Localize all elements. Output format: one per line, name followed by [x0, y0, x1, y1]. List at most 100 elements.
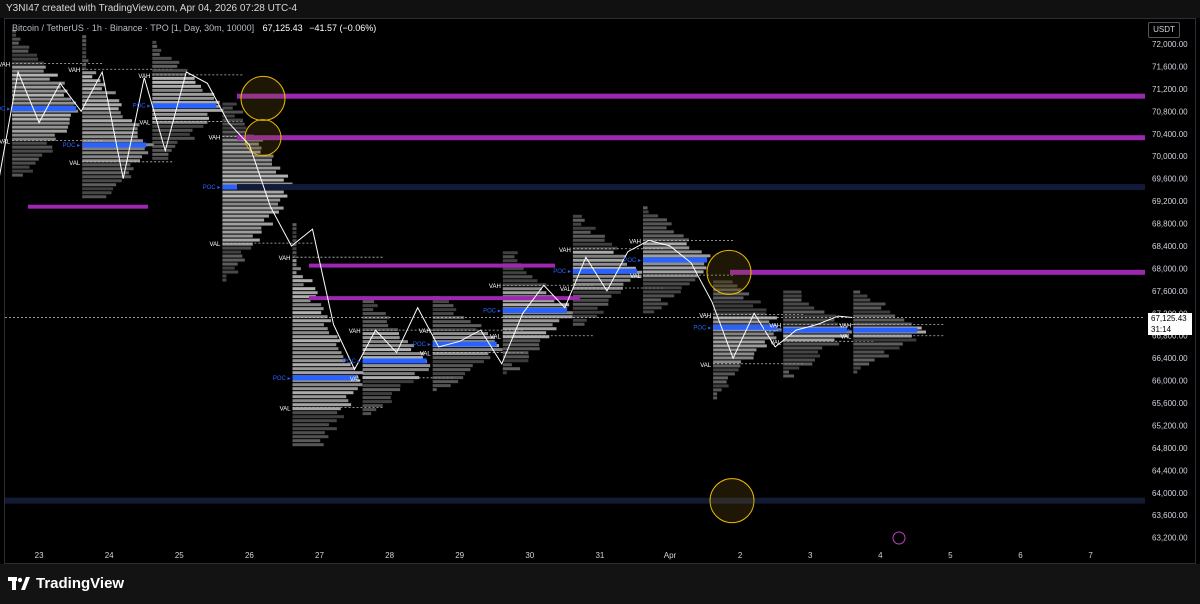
tpo-row	[362, 384, 401, 388]
last-price-tag: 67,125.43 31:14	[1148, 313, 1192, 335]
vah-label: VAH	[489, 284, 501, 290]
x-tick-label: 3	[808, 551, 813, 560]
tpo-row	[82, 67, 87, 71]
tpo-row	[152, 148, 172, 152]
tpo-row	[292, 275, 303, 279]
tpo-row	[292, 403, 352, 407]
tpo-row	[502, 303, 570, 307]
tpo-row	[713, 372, 735, 376]
tpo-row	[222, 158, 272, 162]
tradingview-logo[interactable]: TradingView	[8, 575, 124, 592]
tpo-row	[82, 103, 122, 107]
tpo-row	[12, 89, 68, 93]
tpo-row	[783, 374, 795, 378]
x-tick-label: 26	[245, 551, 254, 560]
tpo-row	[12, 65, 46, 69]
time-axis: 23 24 25 26 27 28 29 30 31 Apr 2 3 4 5 6 7	[35, 531, 1093, 560]
tpo-row	[12, 53, 37, 57]
currency-button[interactable]: USDT	[1148, 22, 1180, 38]
tpo-row	[572, 250, 614, 254]
tpo-row	[12, 145, 53, 149]
tpo-row	[12, 37, 21, 41]
symbol-legend[interactable]: Bitcoin / TetherUS · 1h · Binance · TPO …	[12, 23, 376, 33]
vah-label: VAH	[559, 248, 571, 254]
tpo-row	[152, 72, 187, 76]
tpo-row	[292, 367, 355, 371]
tpo-row	[12, 85, 61, 89]
tpo-row	[292, 431, 325, 435]
level-segment	[309, 263, 555, 268]
tpo-row	[152, 152, 169, 156]
tpo-row	[502, 259, 518, 263]
x-tick-label: 7	[1088, 551, 1093, 560]
poc-label: POC ▸	[764, 328, 782, 334]
tpo-row	[783, 366, 800, 370]
tpo-row	[643, 278, 696, 282]
tpo-row	[643, 294, 675, 298]
tpo-row	[292, 435, 329, 439]
tpo-row	[292, 355, 344, 359]
x-tick-label: Apr	[664, 551, 677, 560]
y-tick-label: 72,000.00	[1152, 40, 1188, 49]
tpo-row	[362, 392, 392, 396]
poc-bar	[292, 375, 357, 381]
tpo-row	[783, 346, 823, 350]
tpo-row	[713, 316, 778, 320]
tpo-row	[292, 423, 329, 427]
tpo-row	[713, 364, 741, 368]
tpo-row	[713, 296, 744, 300]
tpo-row	[432, 388, 437, 392]
tpo-row	[222, 214, 269, 218]
tpo-row	[82, 51, 87, 55]
y-tick-label: 66,000.00	[1152, 377, 1188, 386]
tpo-row	[82, 119, 133, 123]
tpo-row	[152, 48, 162, 52]
tpo-row	[432, 380, 459, 384]
x-tick-label: 30	[525, 551, 534, 560]
tpo-chart[interactable]: VAHPOC ▸VALVAHPOC ▸VALVAHPOC ▸VALVAHPOC …	[0, 0, 1200, 604]
x-tick-label: 25	[175, 551, 184, 560]
tpo-row	[362, 368, 429, 372]
tpo-row	[713, 352, 755, 356]
tpo-row	[152, 124, 204, 128]
tpo-row	[292, 227, 297, 231]
tpo-row	[643, 210, 649, 214]
poc-label: POC ▸	[63, 143, 81, 149]
tpo-row	[82, 71, 97, 75]
y-tick-label: 70,400.00	[1152, 130, 1188, 139]
tpo-row	[643, 250, 702, 254]
tpo-row	[783, 342, 840, 346]
tpo-row	[222, 190, 284, 194]
tpo-row	[222, 254, 243, 258]
poc-bar	[502, 307, 567, 313]
tpo-row	[12, 113, 71, 117]
tpo-row	[292, 419, 337, 423]
tpo-row	[222, 226, 262, 230]
tpo-row	[572, 282, 624, 286]
poc-label: POC ▸	[553, 269, 571, 275]
tpo-profiles	[12, 29, 944, 447]
brand-name: TradingView	[36, 575, 125, 592]
tpo-row	[432, 360, 484, 364]
tpo-row	[292, 359, 346, 363]
tpo-row	[292, 231, 297, 235]
tpo-row	[292, 371, 364, 375]
tpo-row	[502, 359, 529, 363]
tpo-row	[12, 41, 19, 45]
tpo-row	[82, 75, 93, 79]
tpo-row	[292, 271, 297, 275]
tpo-row	[362, 308, 374, 312]
tpo-row	[853, 314, 896, 318]
tpo-row	[362, 300, 375, 304]
tpo-row	[152, 128, 193, 132]
tpo-row	[643, 222, 672, 226]
tpo-row	[362, 352, 424, 356]
tpo-row	[502, 355, 529, 359]
tpo-row	[783, 298, 802, 302]
tpo-row	[152, 44, 158, 48]
y-tick-label: 65,200.00	[1152, 421, 1188, 430]
tpo-row	[292, 335, 338, 339]
tpo-row	[853, 290, 861, 294]
tpo-row	[432, 312, 454, 316]
tpo-row	[362, 324, 389, 328]
